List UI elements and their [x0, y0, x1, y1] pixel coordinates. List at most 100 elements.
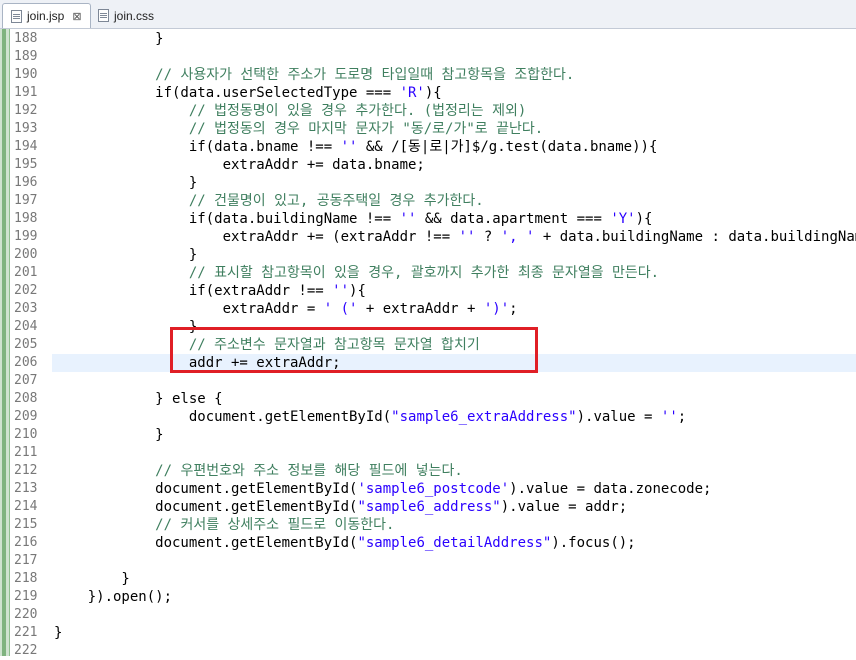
tab-label: join.css: [114, 8, 155, 23]
line-number: 206: [14, 355, 38, 370]
code-text: // 표시할 참고항목이 있을 경우, 괄호까지 추가한 최종 문자열을 만든다…: [188, 265, 660, 281]
line-number: 205: [14, 337, 38, 352]
code-line[interactable]: 222: [0, 642, 856, 660]
code-line[interactable]: 207: [0, 372, 856, 390]
code-line[interactable]: 199 extraAddr += (extraAddr !== '' ? ', …: [0, 228, 856, 246]
code-line[interactable]: 193 // 법정동의 경우 마지막 문자가 "동/로/가"로 끝난다.: [0, 120, 856, 138]
css-file-icon: [98, 9, 109, 22]
line-number: 210: [14, 427, 38, 442]
code-text: document.getElementById("sample6_address…: [54, 499, 628, 515]
line-number: 202: [14, 283, 38, 298]
line-number: 198: [14, 211, 38, 226]
line-number: 196: [14, 175, 38, 190]
code-text: if(data.buildingName !== '' && data.apar…: [54, 211, 653, 227]
line-number: 218: [14, 571, 38, 586]
code-line[interactable]: 200 }: [0, 246, 856, 264]
code-text: // 법정동의 경우 마지막 문자가 "동/로/가"로 끝난다.: [188, 121, 544, 137]
code-text: } else {: [54, 391, 223, 407]
code-line[interactable]: 190 // 사용자가 선택한 주소가 도로명 타입일때 참고항목을 조합한다.: [0, 66, 856, 84]
code-text: }: [54, 427, 164, 443]
code-text: extraAddr += (extraAddr !== '' ? ', ' + …: [54, 229, 856, 245]
code-line[interactable]: 221}: [0, 624, 856, 642]
code-line[interactable]: 201 // 표시할 참고항목이 있을 경우, 괄호까지 추가한 최종 문자열을…: [0, 264, 856, 282]
line-number: 188: [14, 31, 38, 46]
tab-join-jsp[interactable]: join.jsp ⊠: [2, 3, 91, 28]
line-number: 219: [14, 589, 38, 604]
code-line[interactable]: 220: [0, 606, 856, 624]
line-number: 190: [14, 67, 38, 82]
jsp-file-icon: [11, 9, 22, 23]
code-line[interactable]: 215 // 커서를 상세주소 필드로 이동한다.: [0, 516, 856, 534]
code-text: document.getElementById("sample6_detailA…: [54, 535, 636, 551]
code-text: document.getElementById("sample6_extraAd…: [54, 409, 687, 425]
line-number: 222: [14, 643, 38, 658]
code-line[interactable]: 214 document.getElementById("sample6_add…: [0, 498, 856, 516]
code-line[interactable]: 202 if(extraAddr !== ''){: [0, 282, 856, 300]
code-text: if(extraAddr !== ''){: [54, 283, 366, 299]
line-number: 212: [14, 463, 38, 478]
code-line[interactable]: 188 }: [0, 30, 856, 48]
line-number: 197: [14, 193, 38, 208]
code-line[interactable]: 203 extraAddr = ' (' + extraAddr + ')';: [0, 300, 856, 318]
line-number: 207: [14, 373, 38, 388]
line-number: 220: [14, 607, 38, 622]
code-text: }: [54, 31, 164, 47]
code-text: }: [54, 175, 198, 191]
code-text: document.getElementById('sample6_postcod…: [54, 481, 712, 497]
line-number: 214: [14, 499, 38, 514]
line-number: 216: [14, 535, 38, 550]
line-number: 191: [14, 85, 38, 100]
code-line[interactable]: 213 document.getElementById('sample6_pos…: [0, 480, 856, 498]
code-text: extraAddr += data.bname;: [54, 157, 425, 173]
line-number: 209: [14, 409, 38, 424]
code-text: // 사용자가 선택한 주소가 도로명 타입일때 참고항목을 조합한다.: [155, 67, 575, 83]
code-line[interactable]: 216 document.getElementById("sample6_det…: [0, 534, 856, 552]
line-number: 189: [14, 49, 38, 64]
code-text: // 우편번호와 주소 정보를 해당 필드에 넣는다.: [155, 463, 463, 479]
close-icon[interactable]: ⊠: [72, 10, 81, 23]
code-text: // 법정동명이 있을 경우 추가한다. (법정리는 제외): [188, 103, 527, 119]
code-text: }: [54, 625, 63, 641]
code-line[interactable]: 189: [0, 48, 856, 66]
code-line[interactable]: 198 if(data.buildingName !== '' && data.…: [0, 210, 856, 228]
code-text: }).open();: [54, 589, 173, 605]
line-number: 217: [14, 553, 38, 568]
tab-label: join.jsp: [27, 9, 65, 23]
line-number: 199: [14, 229, 38, 244]
line-number: 200: [14, 247, 38, 262]
code-line[interactable]: 219 }).open();: [0, 588, 856, 606]
code-text: }: [54, 571, 130, 587]
line-number: 221: [14, 625, 38, 640]
code-line[interactable]: 208 } else {: [0, 390, 856, 408]
code-line[interactable]: 212 // 우편번호와 주소 정보를 해당 필드에 넣는다.: [0, 462, 856, 480]
highlight-box: [170, 327, 538, 373]
code-line[interactable]: 211: [0, 444, 856, 462]
code-line[interactable]: 218 }: [0, 570, 856, 588]
line-number: 195: [14, 157, 38, 172]
code-line[interactable]: 209 document.getElementById("sample6_ext…: [0, 408, 856, 426]
code-text: // 건물명이 있고, 공동주택일 경우 추가한다.: [188, 193, 484, 209]
line-number: 194: [14, 139, 38, 154]
line-number: 208: [14, 391, 38, 406]
code-line[interactable]: 196 }: [0, 174, 856, 192]
code-text: extraAddr = ' (' + extraAddr + ')';: [54, 301, 518, 317]
code-line[interactable]: 210 }: [0, 426, 856, 444]
code-line[interactable]: 217: [0, 552, 856, 570]
code-line[interactable]: 194 if(data.bname !== '' && /[동|로|가]$/g.…: [0, 138, 856, 156]
editor-tab-bar: join.jsp ⊠ join.css: [0, 0, 856, 29]
code-line[interactable]: 192 // 법정동명이 있을 경우 추가한다. (법정리는 제외): [0, 102, 856, 120]
line-number: 203: [14, 301, 38, 316]
line-number: 201: [14, 265, 38, 280]
line-number: 193: [14, 121, 38, 136]
code-editor[interactable]: 188 } 189 190 // 사용자가 선택한 주소가 도로명 타입일때 참고항…: [0, 29, 856, 658]
line-number: 204: [14, 319, 38, 334]
line-number: 192: [14, 103, 38, 118]
code-text: // 커서를 상세주소 필드로 이동한다.: [155, 517, 395, 533]
code-line[interactable]: 195 extraAddr += data.bname;: [0, 156, 856, 174]
code-text: if(data.bname !== '' && /[동|로|가]$/g.test…: [54, 139, 658, 155]
code-line[interactable]: 191 if(data.userSelectedType === 'R'){: [0, 84, 856, 102]
code-text: }: [54, 247, 198, 263]
tab-join-css[interactable]: join.css: [90, 3, 162, 28]
line-number: 215: [14, 517, 38, 532]
code-line[interactable]: 197 // 건물명이 있고, 공동주택일 경우 추가한다.: [0, 192, 856, 210]
